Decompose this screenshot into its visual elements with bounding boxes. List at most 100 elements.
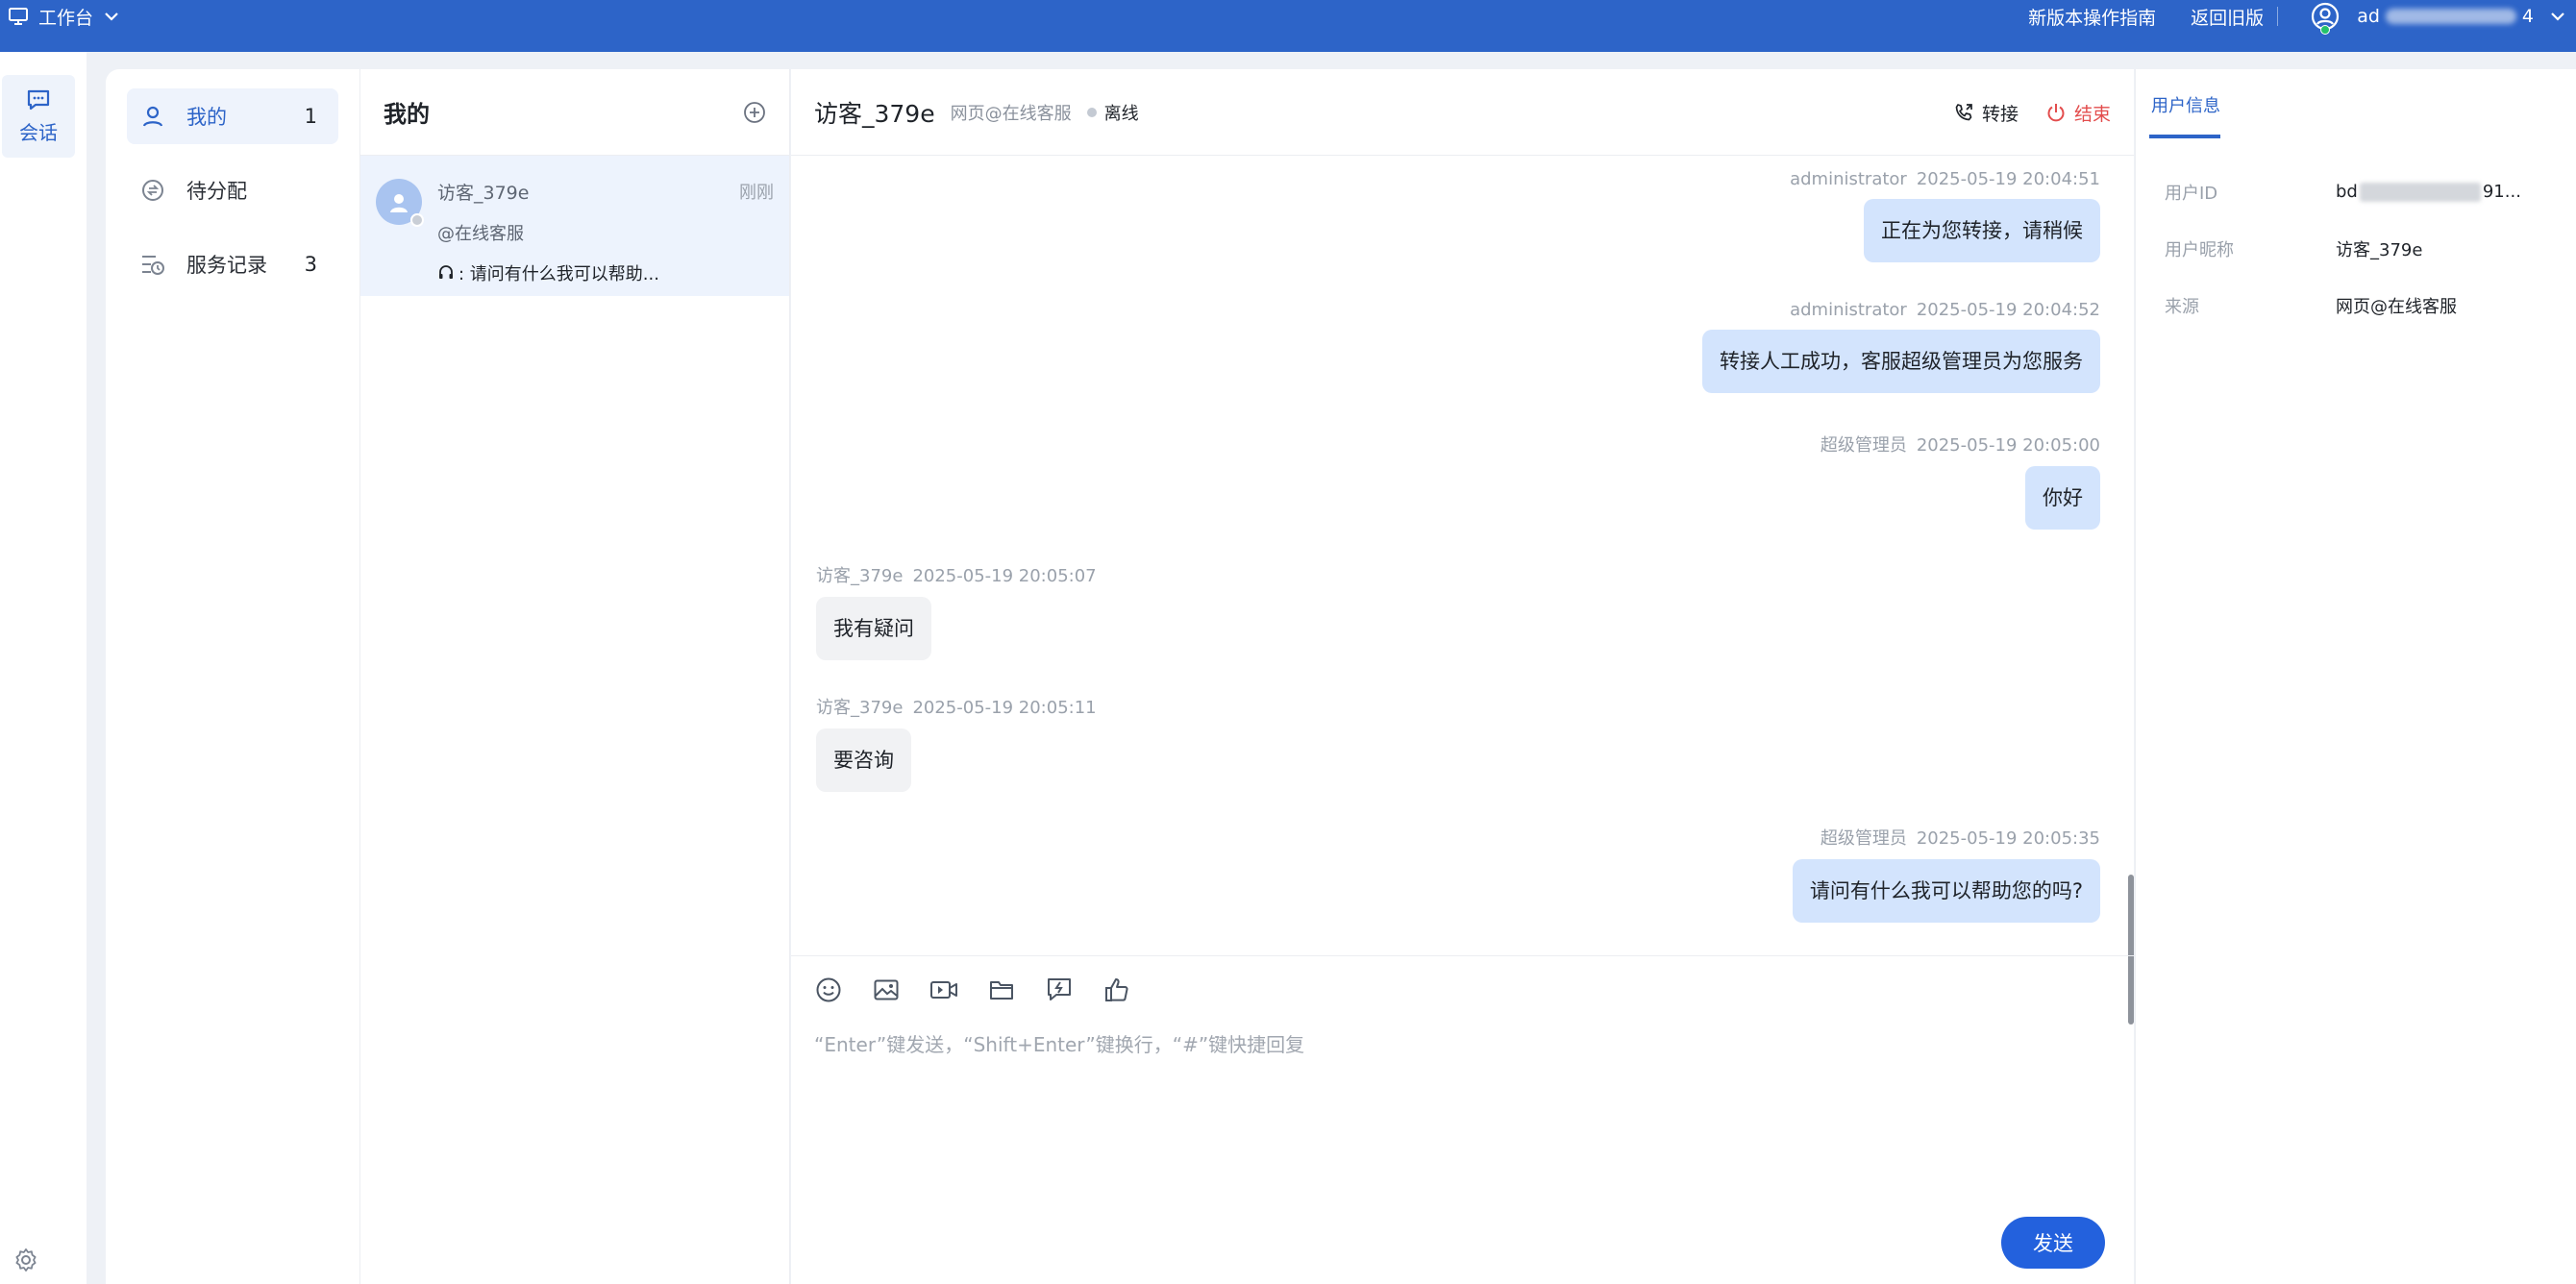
menu-item-unassigned[interactable]: 待分配 (127, 162, 338, 218)
history-icon (140, 252, 165, 277)
message-bubble: 你好 (2025, 466, 2100, 530)
workspace-label: 工作台 (38, 7, 94, 29)
message-meta: 超级管理员 2025-05-19 20:05:35 (1793, 825, 2100, 850)
tab-user-info[interactable]: 用户信息 (2149, 92, 2220, 138)
guide-link[interactable]: 新版本操作指南 (2028, 4, 2156, 30)
user-icon (140, 104, 165, 129)
message-agent: 超级管理员 2025-05-19 20:05:00 你好 (1821, 432, 2100, 530)
message-visitor: 访客_379e 2025-05-19 20:05:11 要咨询 (816, 694, 1097, 792)
menu-item-count: 1 (304, 105, 317, 128)
visitor-status-text: 离线 (1103, 103, 1139, 124)
message-time: 2025-05-19 20:05:11 (912, 698, 1097, 718)
chat-visitor-name: 访客_379e (814, 99, 935, 128)
transfer-label: 转接 (1981, 103, 2019, 125)
divider (2277, 7, 2279, 26)
message-bubble: 我有疑问 (816, 597, 931, 660)
user-name-suffix: 4 (2521, 6, 2534, 27)
message-list[interactable]: administrator 2025-05-19 20:04:51 正在为您转接，… (791, 156, 2134, 955)
old-version-link[interactable]: 返回旧版 (2191, 4, 2264, 30)
user-name-prefix: ad (2357, 6, 2380, 27)
redacted-id (2359, 182, 2481, 202)
info-label: 用户ID (2165, 183, 2218, 204)
message-input[interactable]: “Enter”键发送，“Shift+Enter”键换行，“#”键快捷回复 (814, 1029, 1304, 1057)
info-label: 来源 (2165, 296, 2199, 317)
add-circle-icon[interactable] (743, 101, 766, 124)
info-row-user-id: 用户ID bd 91... (2165, 163, 2576, 220)
info-row-source: 来源 网页@在线客服 (2165, 277, 2576, 333)
folder-icon[interactable] (987, 975, 1016, 1004)
conversation-item[interactable]: 访客_379e 刚刚 @在线客服 : 请问有什么我可以帮助... (360, 156, 789, 296)
online-status-dot (2320, 25, 2331, 35)
conversation-last-message: : 请问有什么我可以帮助... (437, 260, 774, 285)
send-button[interactable]: 发送 (2001, 1217, 2105, 1269)
end-session-button[interactable]: 结束 (2045, 100, 2111, 126)
message-bubble: 正在为您转接，请稍候 (1864, 199, 2100, 262)
menu-item-mine[interactable]: 我的 1 (127, 88, 338, 144)
video-icon[interactable] (929, 975, 958, 1004)
conversation-time: 刚刚 (739, 183, 774, 203)
left-rail: 会话 (0, 52, 87, 1284)
message-meta: 访客_379e 2025-05-19 20:05:11 (816, 694, 1097, 719)
user-id-value: bd 91... (2336, 182, 2521, 202)
settings-gear-icon[interactable] (13, 1247, 38, 1272)
user-info-list: 用户ID bd 91... 用户昵称 访客_379e 来源 网页@在线客服 (2136, 136, 2576, 333)
assign-icon (140, 178, 165, 203)
message-time: 2025-05-19 20:05:35 (1916, 828, 2100, 849)
message-time: 2025-05-19 20:05:07 (912, 566, 1097, 586)
chat-header: 访客_379e 网页@在线客服 离线 转接 结束 (791, 69, 2134, 156)
session-menu: 我的 1 待分配 服务记录 3 (106, 69, 359, 1284)
message-time: 2025-05-19 20:04:52 (1916, 300, 2100, 320)
redacted-name (2385, 9, 2516, 24)
top-bar: 工作台 新版本操作指南 返回旧版 ad 4 (0, 0, 2576, 52)
message-time: 2025-05-19 20:04:51 (1916, 169, 2100, 189)
menu-item-count: 3 (304, 253, 317, 276)
phone-transfer-icon (1953, 102, 1974, 123)
conversation-list-header: 我的 (360, 69, 789, 156)
message-sender: 访客_379e (816, 566, 904, 586)
conversation-visitor-name: 访客_379e (437, 183, 530, 204)
avatar (376, 179, 424, 227)
message-time: 2025-05-19 20:05:00 (1916, 435, 2100, 456)
conversation-channel: @在线客服 (437, 224, 524, 244)
user-id-suffix: 91... (2482, 182, 2521, 202)
user-info-panel: 用户信息 用户ID bd 91... 用户昵称 访客_379e 来源 网页@在线… (2135, 69, 2576, 1284)
message-bubble: 请问有什么我可以帮助您的吗? (1792, 859, 2100, 923)
emoji-icon[interactable] (814, 975, 843, 1004)
composer-toolbar (814, 975, 1131, 1004)
chevron-down-icon (103, 11, 120, 22)
quick-reply-icon[interactable] (1045, 975, 1074, 1004)
message-meta: administrator 2025-05-19 20:04:51 (1790, 169, 2100, 189)
message-agent: 超级管理员 2025-05-19 20:05:35 请问有什么我可以帮助您的吗? (1792, 825, 2100, 923)
message-bubble: 转接人工成功，客服超级管理员为您服务 (1702, 330, 2100, 393)
end-label: 结束 (2073, 103, 2111, 125)
message-bubble: 要咨询 (816, 728, 911, 792)
user-menu[interactable]: ad 4 (2311, 2, 2566, 35)
chat-panel: 访客_379e 网页@在线客服 离线 转接 结束 administrator 20… (791, 69, 2134, 1284)
conversation-list-title: 我的 (384, 101, 430, 128)
message-sender: 超级管理员 (1820, 828, 1907, 849)
menu-item-label: 待分配 (186, 180, 247, 203)
rail-item-label: 会话 (19, 120, 58, 144)
message-composer: “Enter”键发送，“Shift+Enter”键换行，“#”键快捷回复 发送 (791, 955, 2134, 1284)
message-sender: administrator (1790, 300, 1907, 320)
source-value: 网页@在线客服 (2336, 296, 2457, 317)
workspace-switcher[interactable]: 工作台 (8, 0, 120, 33)
message-meta: 访客_379e 2025-05-19 20:05:07 (816, 562, 1097, 587)
status-dot (1086, 107, 1097, 117)
image-icon[interactable] (872, 975, 901, 1004)
menu-item-label: 服务记录 (186, 254, 267, 277)
chat-bubble-icon (26, 88, 51, 111)
transfer-button[interactable]: 转接 (1953, 100, 2019, 126)
visitor-status: 离线 (1086, 100, 1139, 125)
offline-status-dot (410, 213, 424, 227)
message-sender: administrator (1790, 169, 1907, 189)
power-icon (2045, 102, 2067, 123)
thumbs-up-icon[interactable] (1102, 975, 1131, 1004)
message-agent: administrator 2025-05-19 20:04:51 正在为您转接，… (1790, 169, 2100, 262)
nickname-value: 访客_379e (2336, 239, 2423, 260)
user-avatar-icon (2311, 2, 2340, 35)
menu-item-label: 我的 (186, 106, 227, 129)
rail-item-session[interactable]: 会话 (2, 75, 75, 158)
menu-item-history[interactable]: 服务记录 3 (127, 236, 338, 292)
message-visitor: 访客_379e 2025-05-19 20:05:07 我有疑问 (816, 562, 1097, 660)
